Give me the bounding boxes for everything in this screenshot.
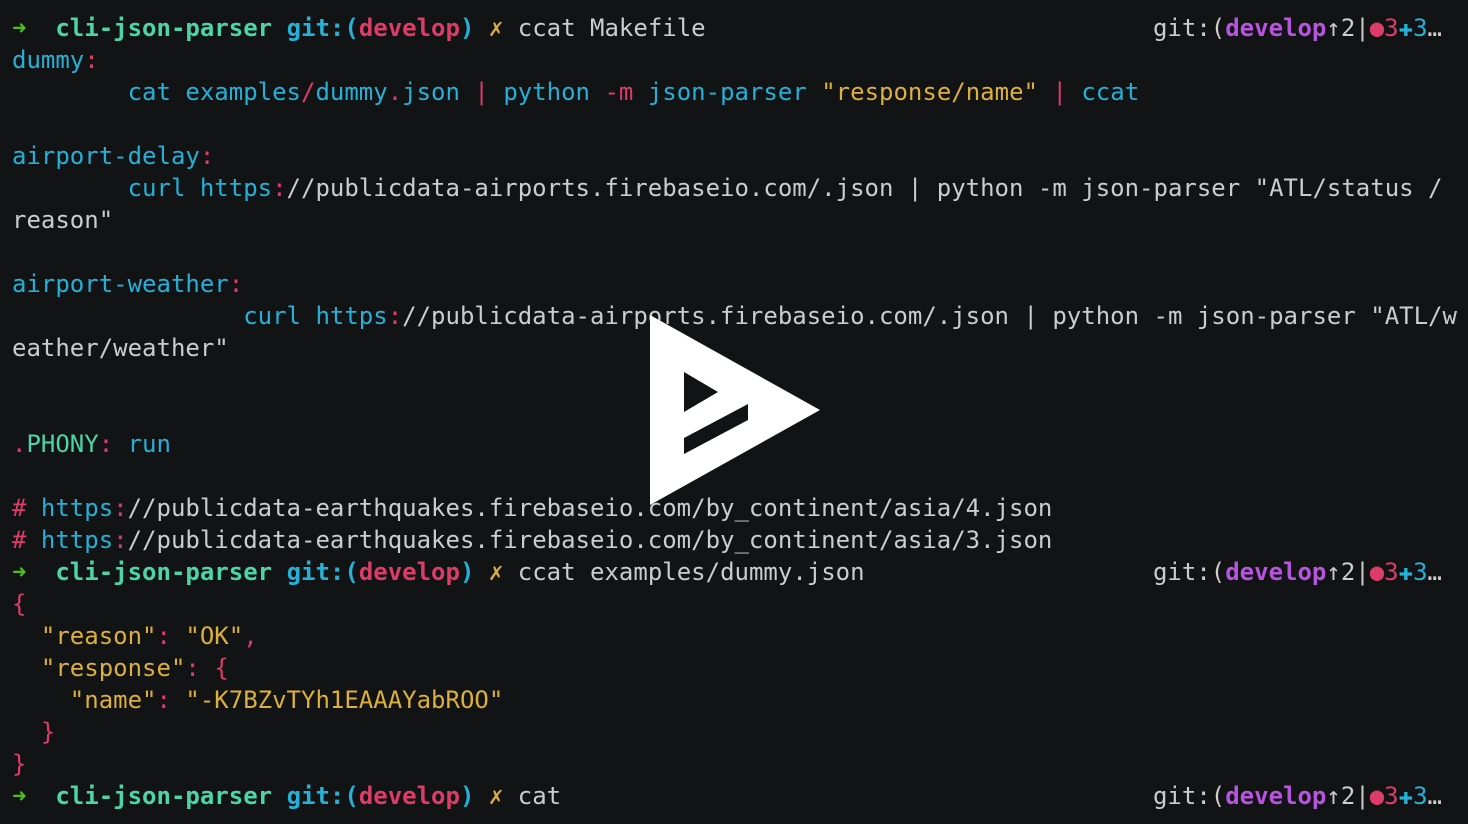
command-text: cat bbox=[517, 782, 562, 810]
makefile-recipe: curl https://publicdata-airports.firebas… bbox=[127, 174, 1443, 202]
makefile-comment: # https://publicdata-earthquakes.firebas… bbox=[12, 494, 1053, 522]
makefile-phony: .PHONY: run bbox=[12, 430, 171, 458]
makefile-recipe: cat examples/dummy.json | python -m json… bbox=[127, 78, 1140, 106]
json-brace: { bbox=[12, 590, 27, 618]
makefile-target: airport-delay: bbox=[12, 142, 215, 170]
makefile-comment: # https://publicdata-earthquakes.firebas… bbox=[12, 526, 1053, 554]
json-pair: "reason": "OK", bbox=[40, 622, 258, 650]
right-git-status: git:(develop↑2|●3✚3… bbox=[1152, 14, 1442, 42]
json-brace: } bbox=[40, 718, 56, 746]
makefile-recipe-wrap: eather/weather" bbox=[12, 334, 229, 362]
json-pair: "response": { bbox=[40, 654, 229, 682]
prompt-arrow: ➜ bbox=[12, 14, 27, 42]
right-git-status: git:(develop↑2|●3✚3… bbox=[1152, 558, 1442, 586]
makefile-target: dummy: bbox=[12, 46, 99, 74]
git-label: git:( bbox=[286, 14, 359, 42]
json-brace: } bbox=[12, 750, 27, 778]
git-close: ) bbox=[459, 14, 475, 42]
prompt-line: ➜ cli-json-parser git:(develop) ✗ cat bbox=[12, 782, 562, 810]
right-git-status: git:(develop↑2|●3✚3… bbox=[1152, 782, 1442, 810]
play-button[interactable] bbox=[640, 310, 830, 510]
play-icon bbox=[650, 315, 820, 505]
git-branch: develop bbox=[358, 14, 460, 42]
command-text: ccat examples/dummy.json bbox=[517, 558, 865, 586]
json-pair: "name": "-K7BZvTYh1EAAAYabROO" bbox=[69, 686, 504, 714]
prompt-line: ➜ cli-json-parser git:(develop) ✗ ccat e… bbox=[12, 558, 865, 586]
makefile-recipe-wrap: reason" bbox=[12, 206, 114, 234]
command-text: ccat Makefile bbox=[517, 14, 706, 42]
prompt-dir: cli-json-parser bbox=[55, 14, 273, 42]
terminal-window[interactable]: ➜ cli-json-parser git:(develop) ✗ ccat M… bbox=[0, 0, 1468, 824]
prompt-line: ➜ cli-json-parser git:(develop) ✗ ccat M… bbox=[12, 12, 706, 44]
makefile-target: airport-weather: bbox=[12, 270, 244, 298]
dirty-mark: ✗ bbox=[488, 14, 504, 42]
